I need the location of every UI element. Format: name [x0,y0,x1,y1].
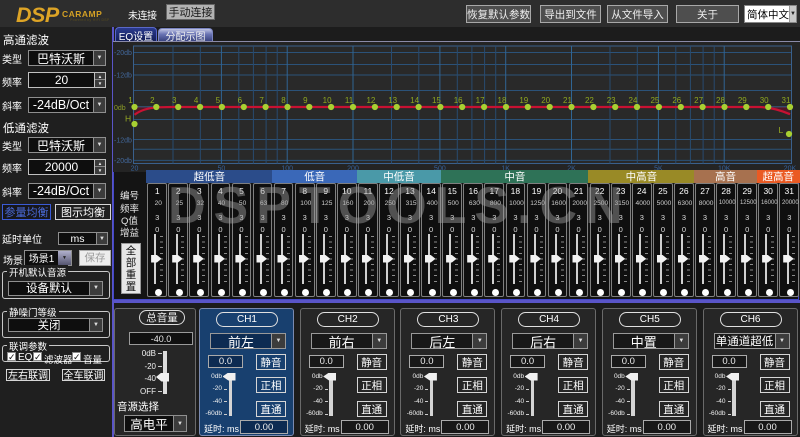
svg-text:2: 2 [150,96,155,105]
svg-text:3: 3 [172,96,177,105]
svg-text:22: 22 [585,96,594,105]
svg-text:H: H [125,114,131,124]
svg-text:0db: 0db [114,105,126,112]
svg-text:15: 15 [432,96,441,105]
svg-text:11: 11 [345,96,354,105]
svg-text:25: 25 [650,96,659,105]
svg-text:6: 6 [238,96,243,105]
svg-text:29: 29 [738,96,747,105]
svg-text:L: L [779,125,784,135]
svg-text:4: 4 [194,96,199,105]
svg-text:12: 12 [366,96,375,105]
svg-text:18: 18 [498,96,507,105]
svg-text:14: 14 [410,96,419,105]
svg-text:26: 26 [672,96,681,105]
svg-text:-12db: -12db [114,138,132,145]
svg-text:24: 24 [629,96,638,105]
svg-text:1: 1 [128,96,133,105]
svg-text:23: 23 [607,96,616,105]
svg-text:8: 8 [281,96,286,105]
svg-text:30: 30 [760,96,769,105]
svg-text:9: 9 [303,96,308,105]
svg-text:13: 13 [388,96,397,105]
svg-text:27: 27 [694,96,703,105]
svg-text:10: 10 [323,96,332,105]
svg-text:16: 16 [454,96,463,105]
svg-text:28: 28 [716,96,725,105]
svg-text:-20db: -20db [114,158,132,165]
svg-text:19: 19 [519,96,528,105]
svg-text:5: 5 [216,96,221,105]
svg-text:21: 21 [563,96,572,105]
svg-text:7: 7 [259,96,264,105]
svg-text:-20db: -20db [114,50,132,57]
svg-text:17: 17 [476,96,485,105]
svg-text:31: 31 [782,96,791,105]
svg-text:20: 20 [541,96,550,105]
svg-text:-12db: -12db [114,73,132,80]
